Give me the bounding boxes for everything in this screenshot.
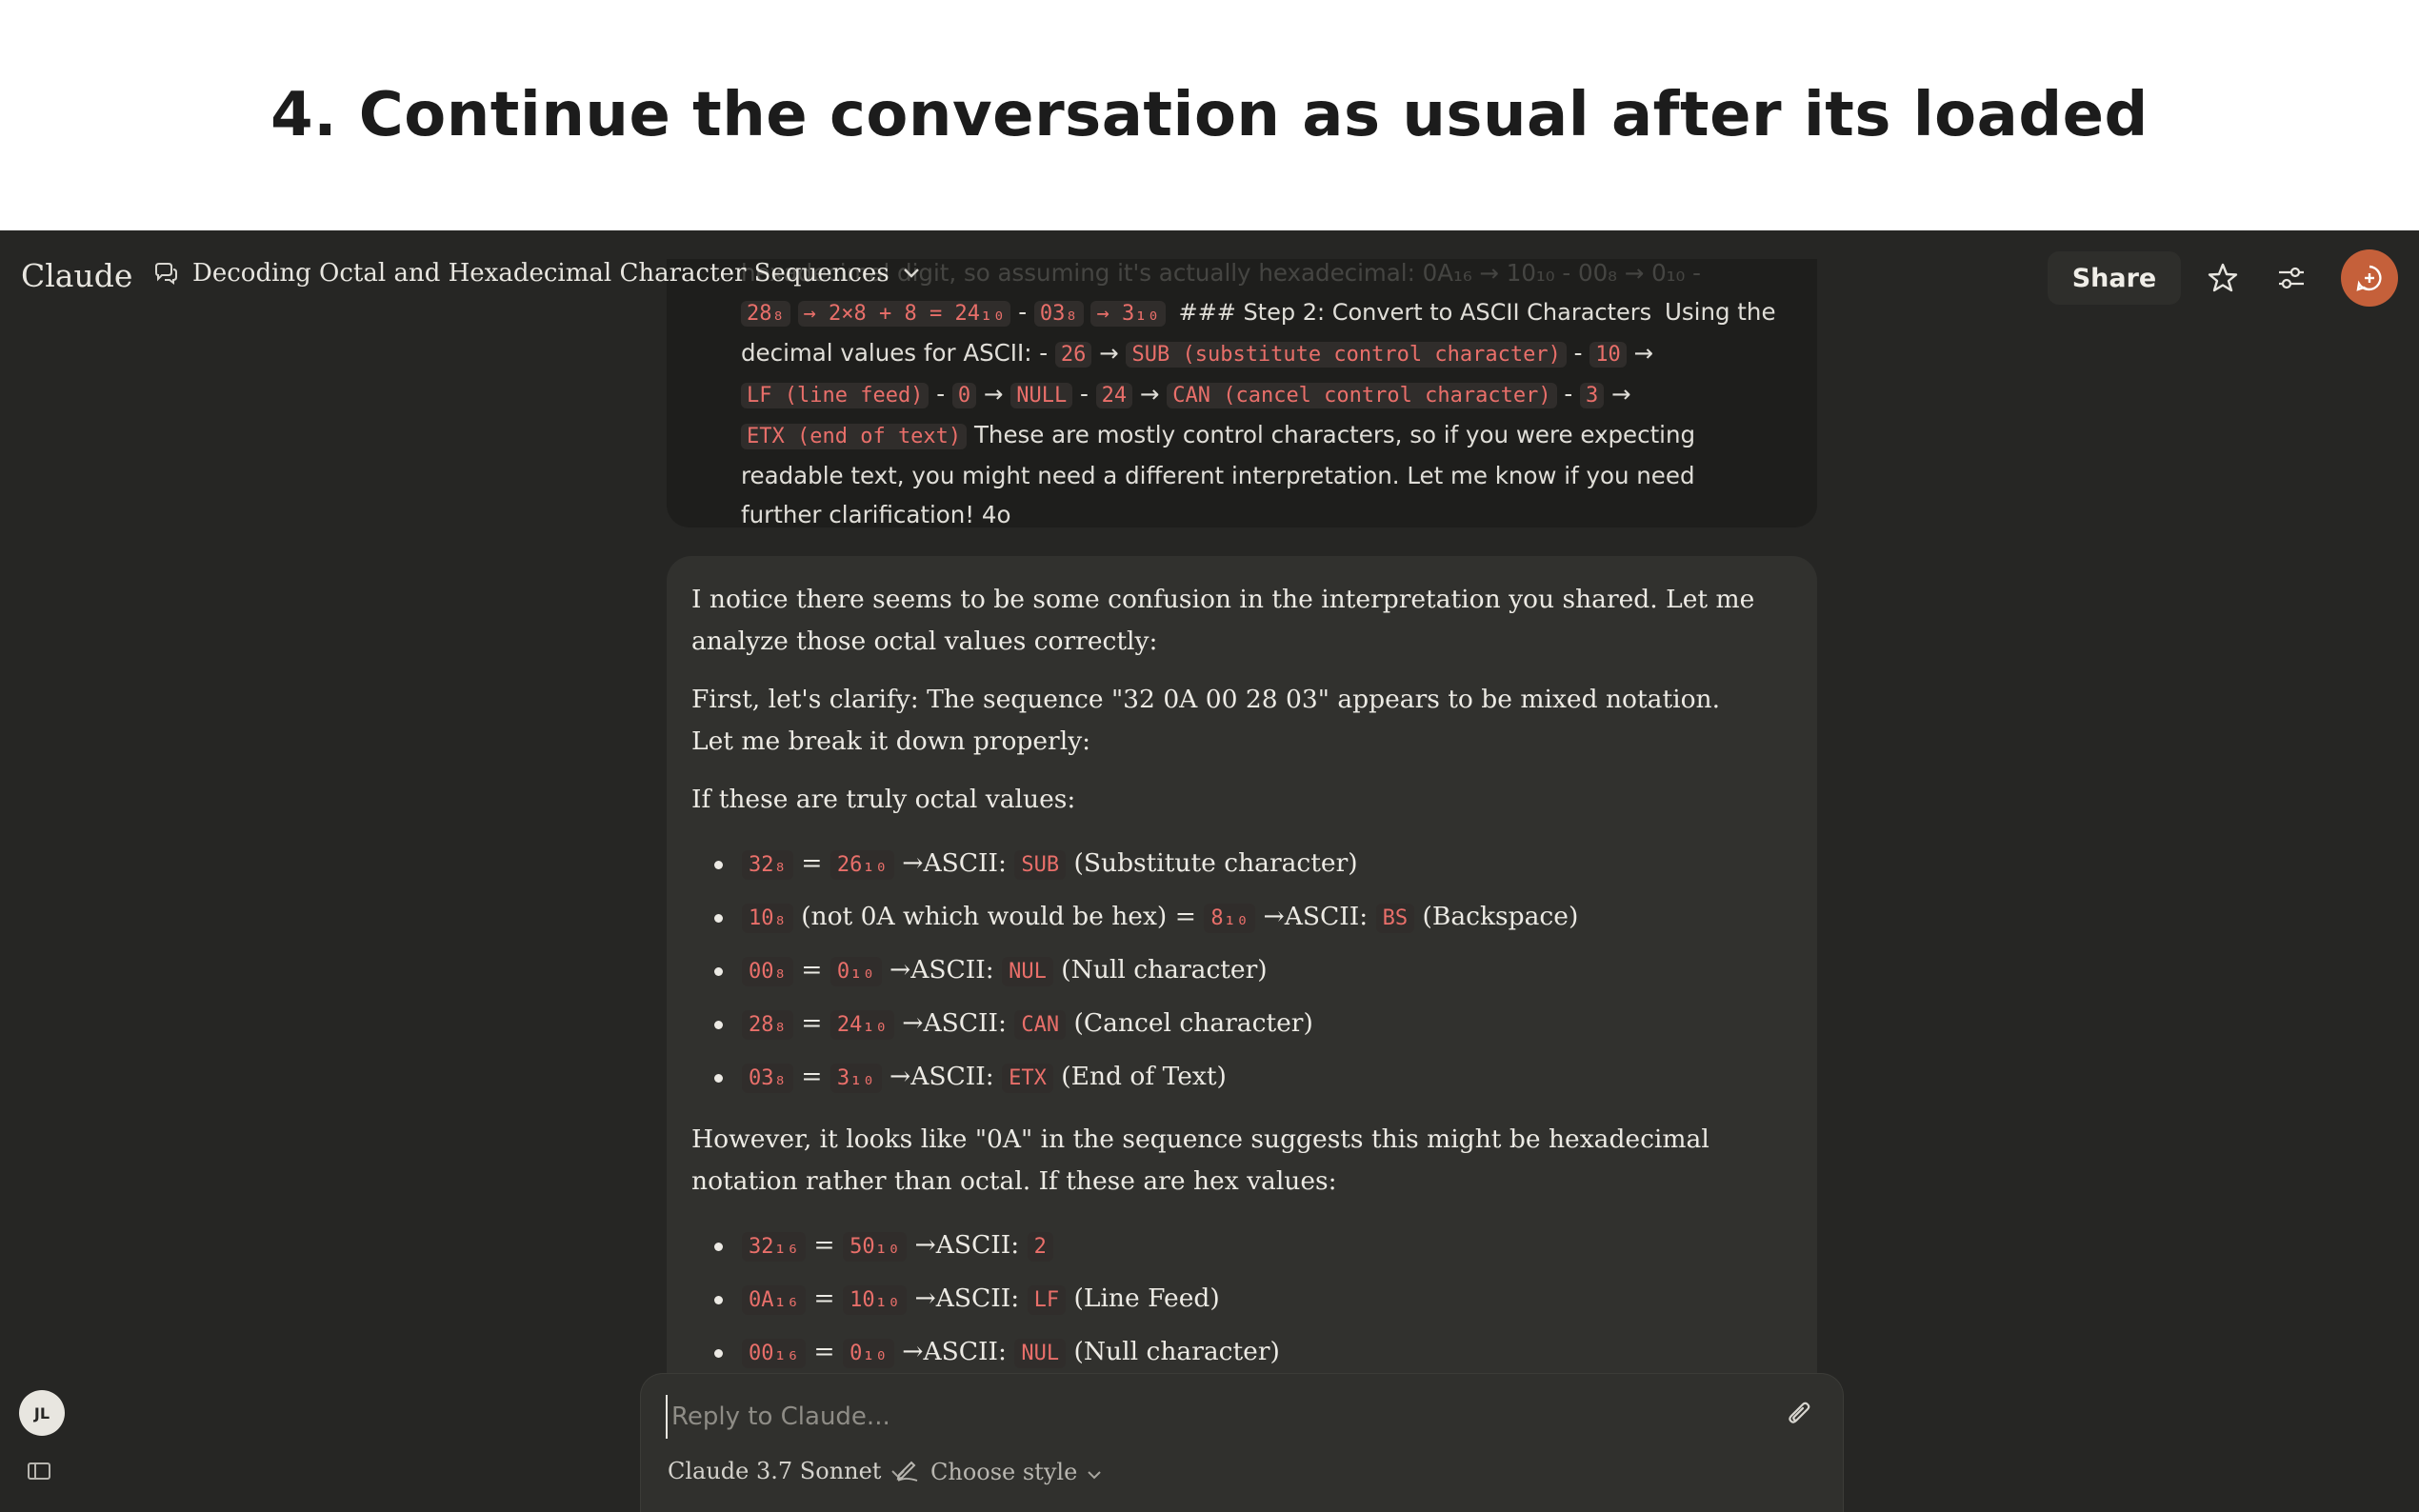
share-button[interactable]: Share xyxy=(2048,251,2181,305)
text-span: →ASCII: xyxy=(902,848,1007,878)
inline-code: BS xyxy=(1375,904,1415,933)
hex-list: 32₁₆ = 50₁₀ →ASCII: 2 0A₁₆ = 10₁₀ →ASCII:… xyxy=(691,1219,1760,1379)
text-span: (Substitute character) xyxy=(1073,848,1358,878)
pen-icon xyxy=(894,1456,921,1488)
text-span: (Backspace) xyxy=(1422,902,1579,931)
text-span: (Cancel character) xyxy=(1073,1008,1313,1038)
assistant-message: I notice there seems to be some confusio… xyxy=(667,556,1817,1512)
inline-code: 32₁₆ xyxy=(742,1232,806,1262)
model-selector[interactable]: Claude 3.7 Sonnet xyxy=(668,1458,906,1484)
chevron-down-icon xyxy=(1087,1459,1102,1485)
inline-code: LF (line feed) xyxy=(741,383,930,408)
inline-code: SUB xyxy=(1014,850,1067,880)
inline-code: 3₁₀ xyxy=(830,1064,882,1093)
inline-code: CAN (cancel control character) xyxy=(1167,383,1557,408)
paperclip-icon[interactable] xyxy=(1784,1399,1818,1433)
list-item: 32₁₆ = 50₁₀ →ASCII: 2 xyxy=(691,1219,1760,1272)
text-span: →ASCII: xyxy=(902,1337,1007,1366)
text-span: (Line Feed) xyxy=(1073,1283,1220,1313)
list-item: 03₈ = 3₁₀ →ASCII: ETX (End of Text) xyxy=(691,1050,1760,1104)
top-bar: Claude Decoding Octal and Hexadecimal Ch… xyxy=(0,230,2419,326)
text-span: →ASCII: xyxy=(914,1230,1020,1260)
brand-logo[interactable]: Claude xyxy=(21,257,132,294)
inline-code: NULL xyxy=(1010,383,1073,408)
inline-code: 0 xyxy=(951,383,977,408)
tutorial-banner: 4. Continue the conversation as usual af… xyxy=(0,0,2419,230)
model-label: Claude 3.7 Sonnet xyxy=(668,1458,882,1484)
inline-code: 28₈ xyxy=(742,1010,793,1040)
paragraph: If these are truly octal values: xyxy=(691,785,1076,814)
list-item: 28₈ = 24₁₀ →ASCII: CAN (Cancel character… xyxy=(691,997,1760,1050)
inline-code: 3 xyxy=(1580,383,1605,408)
inline-code: CAN xyxy=(1014,1010,1067,1040)
text-span: (Null character) xyxy=(1061,955,1268,985)
inline-code: 0A₁₆ xyxy=(742,1285,806,1315)
text-span: = xyxy=(801,848,823,878)
inline-code: 24₁₀ xyxy=(830,1010,894,1040)
paragraph: I notice there seems to be some confusio… xyxy=(691,585,1755,656)
text-span: →ASCII: xyxy=(914,1283,1020,1313)
text-span: →ASCII: xyxy=(890,955,994,985)
paragraph: However, it looks like "0A" in the seque… xyxy=(691,1124,1709,1196)
list-item: 00₈ = 0₁₀ →ASCII: NUL (Null character) xyxy=(691,944,1760,997)
reply-input[interactable] xyxy=(666,1395,1713,1439)
list-item: 00₁₆ = 0₁₀ →ASCII: NUL (Null character) xyxy=(691,1325,1760,1379)
inline-code: 8₁₀ xyxy=(1204,904,1256,933)
text-span: = xyxy=(801,1008,823,1038)
sliders-icon[interactable] xyxy=(2269,255,2314,301)
text-span: →ASCII: xyxy=(890,1062,994,1091)
text-span: (not 0A which would be hex) = xyxy=(801,902,1196,931)
text-span: = xyxy=(813,1230,835,1260)
list-item: 32₈ = 26₁₀ →ASCII: SUB (Substitute chara… xyxy=(691,837,1760,890)
text-span: = xyxy=(801,955,823,985)
chat-title-text: Decoding Octal and Hexadecimal Character… xyxy=(192,259,890,288)
inline-code: 32₈ xyxy=(742,850,793,880)
user-message-body: 28₈ → 2×8 + 8 = 24₁₀ - 03₈ → 3₁₀ ### Ste… xyxy=(741,298,1776,527)
text-span: = xyxy=(813,1337,835,1366)
chat-bubble-icon xyxy=(152,261,179,286)
new-chat-icon[interactable] xyxy=(2341,249,2398,307)
inline-code: 26 xyxy=(1054,342,1092,368)
text-span: = xyxy=(801,1062,823,1091)
text-span: →ASCII: xyxy=(902,1008,1007,1038)
star-icon[interactable] xyxy=(2200,255,2246,301)
inline-code: 10₈ xyxy=(742,904,793,933)
reply-composer: Claude 3.7 Sonnet Choose style xyxy=(640,1373,1844,1512)
claude-app-window: hexadecimal digit, so assuming it's actu… xyxy=(0,230,2419,1512)
text-span: (Null character) xyxy=(1073,1337,1280,1366)
style-label: Choose style xyxy=(930,1459,1078,1485)
octal-list: 32₈ = 26₁₀ →ASCII: SUB (Substitute chara… xyxy=(691,837,1760,1104)
inline-code: 2 xyxy=(1027,1232,1053,1262)
inline-code: ETX (end of text) xyxy=(741,424,968,449)
inline-code: 10₁₀ xyxy=(843,1285,908,1315)
inline-code: 03₈ xyxy=(742,1064,793,1093)
inline-code: 50₁₀ xyxy=(843,1232,908,1262)
inline-code: LF xyxy=(1027,1285,1067,1315)
inline-code: 00₁₆ xyxy=(742,1339,806,1368)
chevron-down-icon xyxy=(903,268,920,279)
text-span: (End of Text) xyxy=(1061,1062,1227,1091)
banner-title: 4. Continue the conversation as usual af… xyxy=(270,80,2149,150)
paragraph: First, let's clarify: The sequence "32 0… xyxy=(691,685,1721,756)
inline-code: 00₈ xyxy=(742,957,793,986)
text-span: →ASCII: xyxy=(1263,902,1369,931)
sidebar-toggle-icon[interactable] xyxy=(27,1461,57,1485)
inline-code: 24 xyxy=(1095,383,1133,408)
user-avatar[interactable]: JL xyxy=(19,1390,65,1436)
list-item: 10₈ (not 0A which would be hex) = 8₁₀ →A… xyxy=(691,890,1760,944)
text-span: = xyxy=(813,1283,835,1313)
inline-code: ETX xyxy=(1002,1064,1053,1093)
inline-code: 26₁₀ xyxy=(830,850,894,880)
inline-code: NUL xyxy=(1002,957,1053,986)
conversation-area: hexadecimal digit, so assuming it's actu… xyxy=(0,230,2419,1512)
list-item: 0A₁₆ = 10₁₀ →ASCII: LF (Line Feed) xyxy=(691,1272,1760,1325)
inline-code: SUB (substitute control character) xyxy=(1126,342,1567,368)
inline-code: 0₁₀ xyxy=(843,1339,894,1368)
inline-code: 0₁₀ xyxy=(830,957,882,986)
chat-title-button[interactable]: Decoding Octal and Hexadecimal Character… xyxy=(152,259,920,288)
inline-code: 10 xyxy=(1589,342,1627,368)
style-selector[interactable]: Choose style xyxy=(894,1456,1102,1488)
inline-code: NUL xyxy=(1014,1339,1067,1368)
